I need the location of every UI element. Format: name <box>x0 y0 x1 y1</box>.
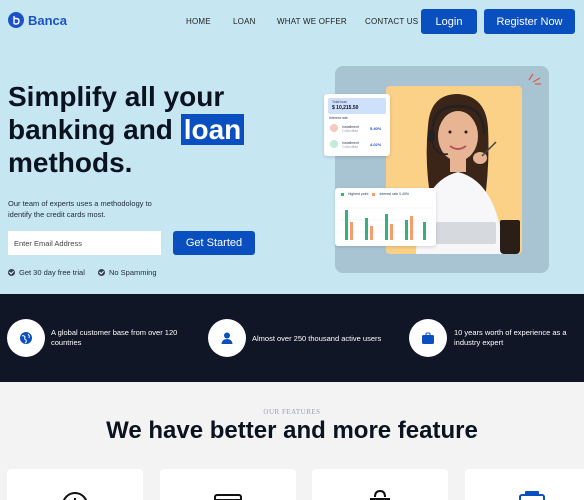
hero-title-highlight: loan <box>180 114 245 145</box>
row-sub: Collectible <box>342 145 359 149</box>
legend-label: Highest point <box>348 192 369 196</box>
logo[interactable]: Banca <box>8 12 67 28</box>
login-button[interactable]: Login <box>421 9 477 34</box>
feature-card[interactable] <box>160 469 296 500</box>
nav-home[interactable]: HOME <box>186 17 211 26</box>
globe-icon <box>7 319 45 357</box>
hero-title-line2: banking and <box>8 114 181 145</box>
briefcase-icon <box>409 319 447 357</box>
legend-swatch <box>341 192 344 196</box>
installment-icon <box>330 124 338 132</box>
nav-contact[interactable]: CONTACT US <box>365 17 418 26</box>
interest-chart-card: Highest point Interest rate 0.40% <box>335 188 436 246</box>
row-sub: Collectible <box>342 129 359 133</box>
balance-label: Total loan <box>332 100 347 104</box>
check-label: Get 30 day free trial <box>19 268 85 277</box>
installment-icon <box>330 140 338 148</box>
feature-card[interactable] <box>465 469 584 500</box>
logo-icon <box>8 12 24 28</box>
card-icon <box>214 494 242 500</box>
laptop-graphic <box>436 222 496 244</box>
site-header: Banca HOME LOAN WHAT WE OFFER CONTACT US… <box>0 0 584 44</box>
chart-legend: Highest point Interest rate 0.40% <box>341 192 409 196</box>
sparkle-icon <box>528 73 541 85</box>
hero-title-line3: methods. <box>8 147 133 178</box>
wallet-icon <box>519 491 545 500</box>
check-circle-icon <box>8 269 15 276</box>
user-icon <box>208 319 246 357</box>
balance-sub: Interest rate <box>329 116 348 120</box>
clock-icon <box>63 492 87 500</box>
email-input[interactable] <box>8 231 161 255</box>
feature-card[interactable] <box>7 469 143 500</box>
features-section: OUR FEATURES We have better and more fea… <box>0 382 584 500</box>
balance-amount: $ 10,215.50 <box>332 105 359 111</box>
stat-text: 10 years worth of experience as a indust… <box>454 328 567 347</box>
stats-band: A global customer base from over 120 cou… <box>0 294 584 382</box>
brand-name: Banca <box>28 12 68 28</box>
check-item-trial: Get 30 day free trial <box>8 268 85 277</box>
get-started-button[interactable]: Get Started <box>173 231 255 255</box>
nav-loan[interactable]: LOAN <box>233 17 256 26</box>
nav-what-we-offer[interactable]: WHAT WE OFFER <box>277 17 347 26</box>
coffee-cup-graphic <box>500 220 520 254</box>
stat-text: Almost over 250 thousand active users <box>252 334 382 343</box>
row-value: 5.40% <box>370 126 382 131</box>
legend-label: Interest rate 0.40% <box>379 192 410 196</box>
loan-balance-card: Total loan $ 10,215.50 Interest rate Ins… <box>324 94 390 156</box>
stat-text: A global customer base from over 120 cou… <box>51 328 178 347</box>
hero-description: Our team of experts uses a methodology t… <box>8 199 152 219</box>
check-label: No Spamming <box>109 268 157 277</box>
features-eyebrow: OUR FEATURES <box>263 408 321 416</box>
mini-bar-chart <box>339 207 432 240</box>
legend-swatch <box>372 192 376 196</box>
features-title: We have better and more feature <box>106 417 478 444</box>
register-button[interactable]: Register Now <box>484 9 575 34</box>
bag-icon <box>370 489 390 500</box>
feature-card[interactable] <box>312 469 448 500</box>
check-item-spam: No Spamming <box>98 268 157 277</box>
hero-title: Simplify all your banking and loan metho… <box>8 80 268 179</box>
row-value: 4.02% <box>370 142 382 147</box>
hero-title-line1: Simplify all your <box>8 81 225 112</box>
check-circle-icon <box>98 269 105 276</box>
